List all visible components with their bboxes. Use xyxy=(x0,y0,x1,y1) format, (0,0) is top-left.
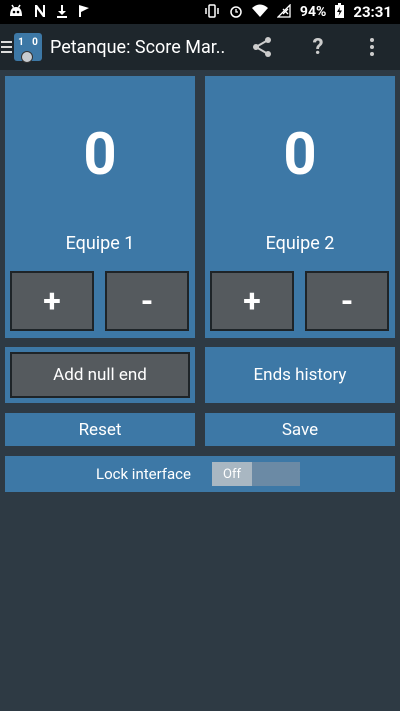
team-1-panel: 0 Equipe 1 + - xyxy=(5,76,195,338)
team-1-score: 0 xyxy=(83,121,117,189)
battery-icon xyxy=(335,3,345,21)
add-null-end-button[interactable]: Add null end xyxy=(10,352,190,398)
download-icon xyxy=(56,4,68,21)
clock: 23:31 xyxy=(353,3,392,21)
reset-button[interactable]: Reset xyxy=(5,413,195,446)
app-icon-score-right: 0 xyxy=(32,37,38,48)
vibrate-icon xyxy=(204,3,220,21)
team-2-panel: 0 Equipe 2 + - xyxy=(205,76,395,338)
add-null-end-container: Add null end xyxy=(5,347,195,403)
add-null-end-label: Add null end xyxy=(53,365,147,385)
app-toolbar: 1 0 Petanque: Score Mar... ? xyxy=(0,24,400,70)
overflow-menu-icon[interactable] xyxy=(352,24,392,70)
team-2-name: Equipe 2 xyxy=(265,233,335,254)
team-2-minus-button[interactable]: - xyxy=(305,271,389,331)
team-2-score: 0 xyxy=(283,121,317,189)
battery-percent: 94% xyxy=(299,4,327,20)
status-bar: 94% 23:31 xyxy=(0,0,400,24)
toggle-thumb: Off xyxy=(212,462,252,486)
alarm-icon xyxy=(229,4,243,21)
app-title: Petanque: Score Mar... xyxy=(50,36,224,58)
save-button[interactable]: Save xyxy=(205,413,395,446)
no-signal-icon xyxy=(276,2,291,21)
n-notification-icon xyxy=(33,4,47,21)
app-logo-icon[interactable]: 1 0 xyxy=(14,33,42,63)
team-2-plus-button[interactable]: + xyxy=(210,271,294,331)
save-label: Save xyxy=(281,419,319,440)
toggle-state-label: Off xyxy=(223,466,241,482)
ends-history-button[interactable]: Ends history xyxy=(205,347,395,403)
menu-icon[interactable] xyxy=(1,41,12,53)
help-icon[interactable]: ? xyxy=(298,24,338,70)
wifi-icon xyxy=(251,4,268,21)
lock-interface-label: Lock interface xyxy=(96,465,191,483)
team-1-name: Equipe 1 xyxy=(65,233,135,254)
lock-interface-row: Lock interface Off xyxy=(5,456,395,492)
ends-history-label: Ends history xyxy=(253,365,347,385)
team-1-minus-button[interactable]: - xyxy=(105,271,189,331)
flag-icon xyxy=(77,4,91,21)
team-1-plus-button[interactable]: + xyxy=(10,271,94,331)
reset-label: Reset xyxy=(78,419,122,440)
android-robot-icon xyxy=(8,4,24,21)
app-icon-score-left: 1 xyxy=(18,37,24,48)
lock-interface-toggle[interactable]: Off xyxy=(212,462,300,486)
share-icon[interactable] xyxy=(242,24,282,70)
